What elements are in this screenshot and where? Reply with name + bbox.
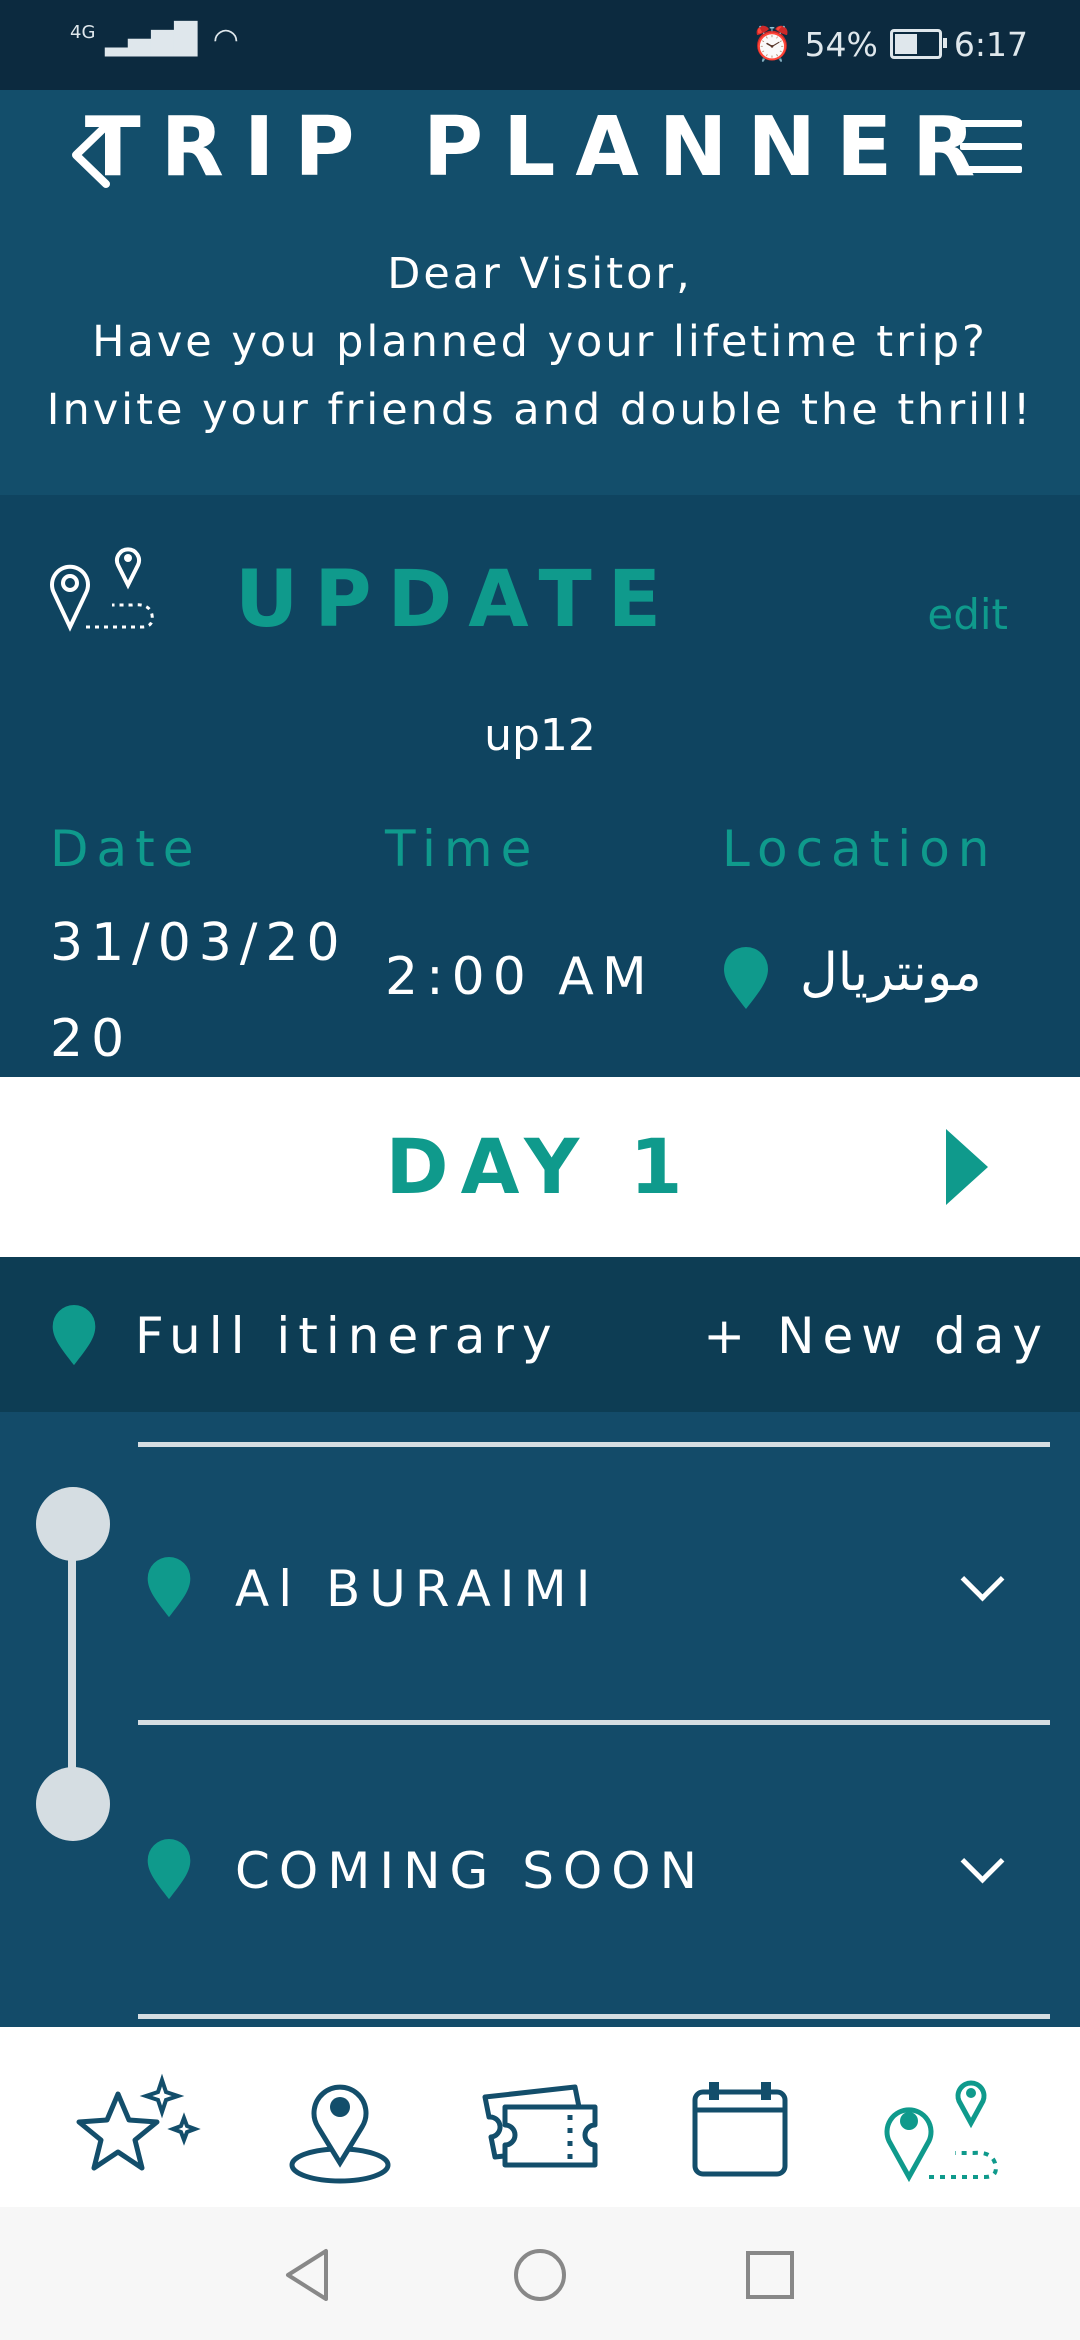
- divider: [138, 1442, 1050, 1447]
- route-icon: [50, 547, 154, 632]
- nav-map[interactable]: [275, 2067, 405, 2187]
- location-pin-icon: [52, 1305, 96, 1366]
- list-item[interactable]: Al BURAIMI: [0, 1482, 1080, 1682]
- menu-bar: [960, 143, 1022, 150]
- chevron-down-icon[interactable]: [960, 1557, 1005, 1602]
- edit-link[interactable]: edit: [927, 590, 1008, 639]
- location-pin-icon: [147, 1839, 191, 1900]
- clock: 6:17: [953, 24, 1028, 64]
- date-value: 31/03/20 20: [50, 895, 348, 1087]
- location-pin-icon: [724, 947, 768, 1009]
- day-selector: DAY 1: [0, 1077, 1080, 1257]
- map-pin-icon: [289, 2084, 391, 2184]
- network-type: 4G: [70, 22, 96, 43]
- nav-trip-planner[interactable]: [875, 2067, 1005, 2187]
- network-indicator: 4G ▂▄▆█ ◠: [70, 22, 239, 57]
- location-label: Location: [722, 820, 998, 878]
- greeting-line: Dear Visitor,: [387, 249, 693, 299]
- date-label: Date: [50, 820, 202, 878]
- alarm-icon: ⏰: [751, 24, 793, 63]
- new-day-button[interactable]: + New day: [703, 1307, 1050, 1365]
- greeting-line: Invite your friends and double the thril…: [46, 385, 1034, 435]
- trip-name: up12: [484, 710, 596, 761]
- day-label: DAY 1: [385, 1122, 695, 1211]
- date-value-line: 31/03/20: [50, 913, 348, 973]
- calendar-icon: [692, 2082, 788, 2177]
- wifi-icon: ◠: [212, 22, 239, 57]
- page-title: TRIP PLANNER: [84, 100, 996, 195]
- battery-icon: [889, 29, 947, 59]
- nav-calendar[interactable]: [675, 2067, 805, 2187]
- location-pin-icon: [147, 1557, 191, 1618]
- status-right: ⏰ 54% 6:17: [751, 24, 1028, 64]
- greeting-text: Dear Visitor, Have you planned your life…: [0, 240, 1080, 444]
- header: TRIP PLANNER Dear Visitor, Have you plan…: [0, 90, 1080, 495]
- divider: [138, 1720, 1050, 1725]
- bottom-nav: [0, 2027, 1080, 2207]
- nav-tickets[interactable]: [475, 2067, 605, 2187]
- menu-bar: [960, 120, 1022, 127]
- system-back-icon[interactable]: [282, 2247, 332, 2303]
- divider: [138, 2014, 1050, 2019]
- greeting-line: Have you planned your lifetime trip?: [92, 317, 988, 367]
- stop-name: COMING SOON: [235, 1842, 707, 1900]
- trip-update-card: UPDATE edit up12 Date Time Location 31/0…: [0, 495, 1080, 1077]
- ticket-icon: [482, 2084, 598, 2168]
- signal-icon: ▂▄▆█: [104, 22, 198, 57]
- system-navigation-bar: [0, 2207, 1080, 2340]
- route-icon: [884, 2080, 998, 2183]
- time-label: Time: [385, 820, 540, 878]
- time-value: 2:00 AM: [385, 947, 655, 1007]
- system-recents-icon[interactable]: [744, 2249, 796, 2301]
- date-value-line: 20: [50, 1009, 133, 1069]
- itinerary-list: Al BURAIMI COMING SOON: [0, 1412, 1080, 2027]
- menu-button[interactable]: [960, 120, 1022, 189]
- status-bar: 4G ▂▄▆█ ◠ ⏰ 54% 6:17: [0, 0, 1080, 90]
- menu-bar: [960, 166, 1022, 173]
- star-sparkle-icon: [76, 2073, 201, 2171]
- list-item[interactable]: COMING SOON: [0, 1762, 1080, 1962]
- system-home-icon[interactable]: [512, 2247, 568, 2303]
- next-day-arrow-icon[interactable]: [946, 1129, 988, 1205]
- full-itinerary-button[interactable]: Full itinerary: [135, 1307, 560, 1365]
- itinerary-bar: Full itinerary + New day: [0, 1257, 1080, 1412]
- stop-name: Al BURAIMI: [235, 1560, 600, 1618]
- battery-percent: 54%: [804, 24, 878, 64]
- nav-favorites[interactable]: [72, 2067, 202, 2187]
- chevron-down-icon[interactable]: [960, 1839, 1005, 1884]
- update-title: UPDATE: [235, 555, 678, 645]
- location-value: مونتريال: [800, 943, 982, 1003]
